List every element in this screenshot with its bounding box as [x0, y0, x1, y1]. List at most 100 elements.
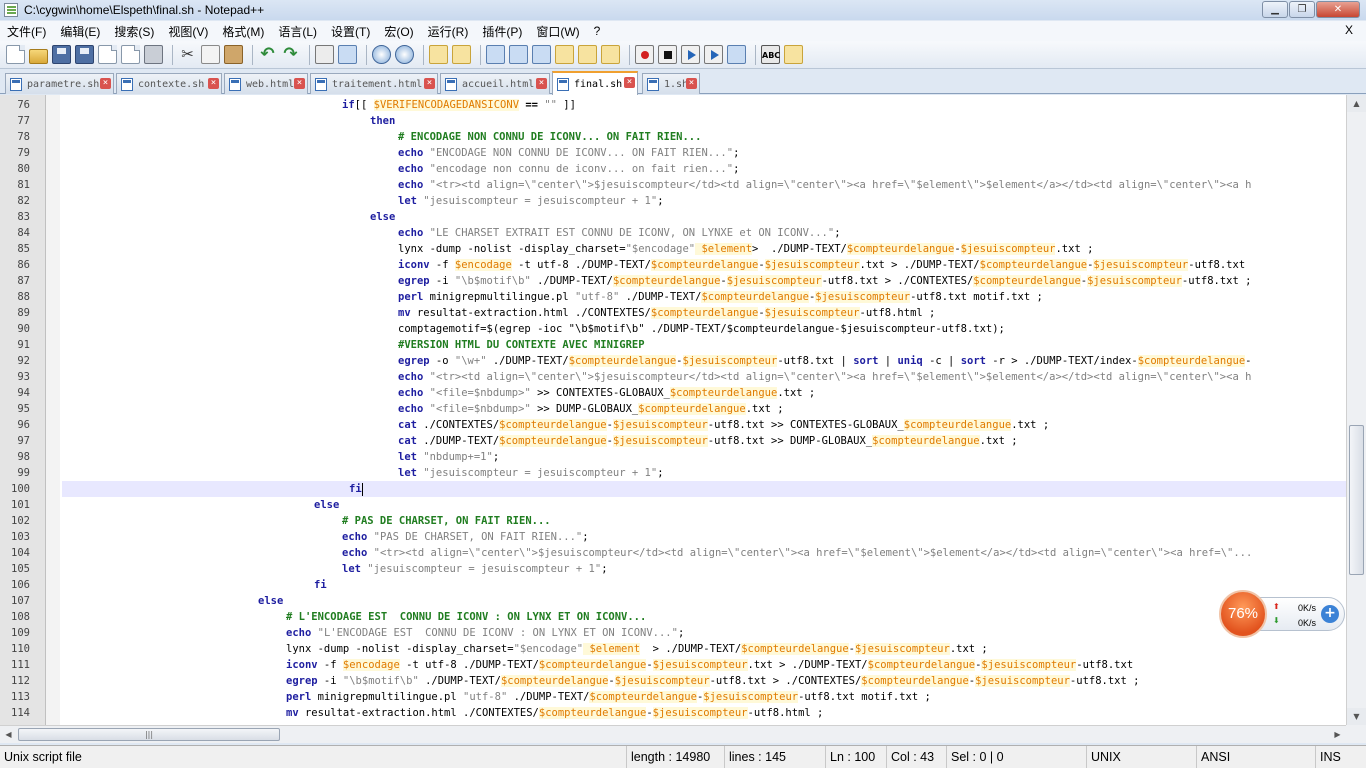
- scroll-right-arrow-icon[interactable]: ▶: [1329, 726, 1346, 743]
- stop-record-icon[interactable]: [658, 45, 677, 64]
- code-line[interactable]: else: [62, 593, 1346, 609]
- record-macro-icon[interactable]: [635, 45, 654, 64]
- menu-item-6[interactable]: 设置(T): [324, 23, 377, 40]
- indent-guide-icon[interactable]: [532, 45, 551, 64]
- doc-map-icon[interactable]: [578, 45, 597, 64]
- save-all-icon[interactable]: [75, 45, 94, 64]
- close-document-button[interactable]: X: [1338, 23, 1360, 37]
- undo-icon[interactable]: ↶: [258, 45, 277, 64]
- vertical-scrollbar[interactable]: ▲ ▼: [1346, 95, 1366, 725]
- function-list-icon[interactable]: [601, 45, 620, 64]
- code-line[interactable]: echo "ENCODAGE NON CONNU DE ICONV... ON …: [62, 145, 1346, 161]
- scroll-left-arrow-icon[interactable]: ◀: [0, 726, 17, 743]
- code-line[interactable]: echo "<tr><td align=\"center\">$jesuisco…: [62, 177, 1346, 193]
- cpu-usage-ball[interactable]: 76%: [1219, 590, 1267, 638]
- tab-close-icon[interactable]: ×: [624, 77, 635, 88]
- code-line[interactable]: mv resultat-extraction.html ./CONTEXTES/…: [62, 305, 1346, 321]
- code-line[interactable]: echo "<file=$nbdump>" >> DUMP-GLOBAUX_$c…: [62, 401, 1346, 417]
- code-line[interactable]: echo "L'ENCODAGE EST CONNU DE ICONV : ON…: [62, 625, 1346, 641]
- vertical-scroll-thumb[interactable]: [1349, 425, 1364, 575]
- show-all-chars-icon[interactable]: [509, 45, 528, 64]
- sync-horizontal-icon[interactable]: [452, 45, 471, 64]
- tab-traitement-html[interactable]: traitement.html ×: [310, 73, 438, 94]
- status-eol-format[interactable]: UNIX: [1087, 746, 1197, 768]
- horizontal-scrollbar[interactable]: ◀ ||| ▶: [0, 725, 1346, 743]
- code-line[interactable]: let "nbdump+=1";: [62, 449, 1346, 465]
- menu-item-10[interactable]: 窗口(W): [529, 23, 586, 40]
- close-window-button[interactable]: ✕: [1316, 1, 1360, 18]
- play-macro-icon[interactable]: [681, 45, 700, 64]
- current-code-line[interactable]: fi: [62, 481, 1346, 497]
- tab-close-icon[interactable]: ×: [424, 78, 435, 89]
- menu-item-7[interactable]: 宏(O): [377, 23, 420, 40]
- code-line[interactable]: # L'ENCODAGE EST CONNU DE ICONV : ON LYN…: [62, 609, 1346, 625]
- tab-close-icon[interactable]: ×: [294, 78, 305, 89]
- copy-icon[interactable]: [201, 45, 220, 64]
- print-icon[interactable]: [144, 45, 163, 64]
- code-line[interactable]: fi: [62, 577, 1346, 593]
- code-line[interactable]: if[[ $VERIFENCODAGEDANSICONV == "" ]]: [62, 97, 1346, 113]
- code-line[interactable]: echo "<tr><td align=\"center\">$jesuisco…: [62, 369, 1346, 385]
- menu-item-4[interactable]: 格式(M): [215, 23, 271, 40]
- title-bar[interactable]: C:\cygwin\home\Elspeth\final.sh - Notepa…: [0, 0, 1366, 20]
- code-line[interactable]: perl minigrepmultilingue.pl "utf-8" ./DU…: [62, 689, 1346, 705]
- code-line[interactable]: iconv -f $encodage -t utf-8 ./DUMP-TEXT/…: [62, 257, 1346, 273]
- tab-close-icon[interactable]: ×: [686, 78, 697, 89]
- status-encoding[interactable]: ANSI: [1197, 746, 1316, 768]
- code-line[interactable]: echo "PAS DE CHARSET, ON FAIT RIEN...";: [62, 529, 1346, 545]
- code-line[interactable]: cat ./CONTEXTES/$compteurdelangue-$jesui…: [62, 417, 1346, 433]
- tab-close-icon[interactable]: ×: [536, 78, 547, 89]
- close-all-icon[interactable]: [121, 45, 140, 64]
- code-line[interactable]: let "jesuiscompteur = jesuiscompteur + 1…: [62, 193, 1346, 209]
- menu-item-5[interactable]: 语言(L): [271, 23, 324, 40]
- open-file-icon[interactable]: [29, 48, 48, 64]
- save-macro-icon[interactable]: [727, 45, 746, 64]
- menu-item-9[interactable]: 插件(P): [475, 23, 529, 40]
- replace-icon[interactable]: [338, 45, 357, 64]
- fold-margin[interactable]: [46, 95, 60, 725]
- menu-item-3[interactable]: 视图(V): [161, 23, 215, 40]
- code-line[interactable]: cat ./DUMP-TEXT/$compteurdelangue-$jesui…: [62, 433, 1346, 449]
- code-line[interactable]: let "jesuiscompteur = jesuiscompteur + 1…: [62, 561, 1346, 577]
- new-file-icon[interactable]: [6, 45, 25, 64]
- code-line[interactable]: # PAS DE CHARSET, ON FAIT RIEN...: [62, 513, 1346, 529]
- menu-item-11[interactable]: ?: [587, 24, 608, 38]
- tab-accueil-html[interactable]: accueil.html ×: [440, 73, 550, 94]
- menu-item-8[interactable]: 运行(R): [421, 23, 476, 40]
- code-line[interactable]: let "jesuiscompteur = jesuiscompteur + 1…: [62, 465, 1346, 481]
- code-editor[interactable]: 76 77 78 79 80 81 82 83 84 85 86 87 88 89 90 91 92 93 94 95…: [0, 95, 1346, 725]
- user-defined-lang-icon[interactable]: [555, 45, 574, 64]
- scroll-up-arrow-icon[interactable]: ▲: [1347, 95, 1366, 112]
- menu-item-2[interactable]: 搜索(S): [107, 23, 161, 40]
- plus-icon[interactable]: +: [1321, 605, 1339, 623]
- notepadpp-app-icon[interactable]: [4, 3, 18, 17]
- sync-vertical-icon[interactable]: [429, 45, 448, 64]
- word-wrap-icon[interactable]: [486, 45, 505, 64]
- spell-check-icon[interactable]: ABC: [761, 45, 780, 64]
- menu-item-1[interactable]: 编辑(E): [53, 23, 107, 40]
- tab-1-sh[interactable]: 1.sh ×: [642, 73, 700, 94]
- paste-icon[interactable]: [224, 45, 243, 64]
- save-icon[interactable]: [52, 45, 71, 64]
- network-speed-widget[interactable]: 76% ⬆ ⬇ 0K/s 0K/s +: [1219, 590, 1345, 638]
- code-line[interactable]: lynx -dump -nolist -display_charset="$en…: [62, 641, 1346, 657]
- code-line[interactable]: echo "<tr><td align=\"center\">$jesuisco…: [62, 545, 1346, 561]
- tab-parametre-sh[interactable]: parametre.sh ×: [5, 73, 114, 94]
- code-line[interactable]: echo "<file=$nbdump>" >> CONTEXTES-GLOBA…: [62, 385, 1346, 401]
- code-line[interactable]: iconv -f $encodage -t utf-8 ./DUMP-TEXT/…: [62, 657, 1346, 673]
- misc-icon[interactable]: [784, 45, 803, 64]
- code-line[interactable]: egrep -i "\b$motif\b" ./DUMP-TEXT/$compt…: [62, 273, 1346, 289]
- horizontal-scroll-thumb[interactable]: |||: [18, 728, 280, 741]
- code-line[interactable]: egrep -o "\w+" ./DUMP-TEXT/$compteurdela…: [62, 353, 1346, 369]
- code-line[interactable]: else: [62, 497, 1346, 513]
- minimize-button[interactable]: ▁: [1262, 1, 1288, 18]
- run-macro-multiple-icon[interactable]: [704, 45, 723, 64]
- menu-item-0[interactable]: 文件(F): [0, 23, 53, 40]
- code-line[interactable]: perl minigrepmultilingue.pl "utf-8" ./DU…: [62, 289, 1346, 305]
- redo-icon[interactable]: ↷: [281, 45, 300, 64]
- code-line[interactable]: echo "LE CHARSET EXTRAIT EST CONNU DE IC…: [62, 225, 1346, 241]
- code-line[interactable]: lynx -dump -nolist -display_charset="$en…: [62, 241, 1346, 257]
- code-line[interactable]: #VERSION HTML DU CONTEXTE AVEC MINIGREP: [62, 337, 1346, 353]
- code-line[interactable]: egrep -i "\b$motif\b" ./DUMP-TEXT/$compt…: [62, 673, 1346, 689]
- code-line[interactable]: echo "encodage non connu de iconv... on …: [62, 161, 1346, 177]
